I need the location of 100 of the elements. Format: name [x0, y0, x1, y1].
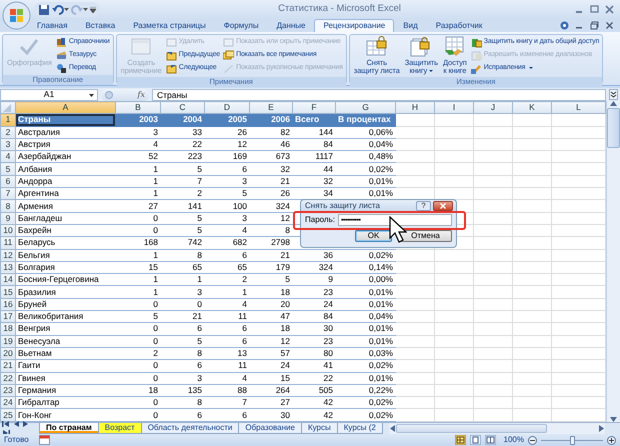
zoom-level[interactable]: 100%: [504, 435, 524, 445]
zoom-in-icon[interactable]: [607, 436, 616, 444]
column-header[interactable]: L: [552, 102, 606, 114]
vertical-scrollbar[interactable]: [606, 101, 620, 422]
ribbon-tab[interactable]: Главная: [28, 19, 76, 32]
sheet-tab[interactable]: Курсы: [300, 423, 338, 434]
zoom-out-icon[interactable]: [528, 436, 537, 444]
table-cell: 8: [160, 347, 204, 360]
left-arrow-icon[interactable]: [390, 425, 395, 432]
sheet-tab[interactable]: Образование: [238, 423, 302, 434]
first-sheet-icon[interactable]: [2, 420, 11, 428]
note-icon: [166, 36, 177, 48]
office-button[interactable]: [2, 1, 31, 30]
column-header[interactable]: F: [292, 102, 336, 114]
row-header[interactable]: 24: [0, 396, 16, 409]
row-header[interactable]: 15: [0, 286, 16, 298]
quick-access-button[interactable]: [52, 4, 69, 16]
horizontal-scrollbar[interactable]: [388, 423, 605, 434]
table-cell: 32: [250, 162, 292, 176]
table-cell: 0: [116, 322, 160, 336]
name-box[interactable]: A1: [0, 88, 98, 100]
maximize-icon[interactable]: [590, 5, 599, 14]
row-header[interactable]: 20: [0, 347, 16, 360]
column-header[interactable]: B: [116, 102, 160, 114]
row-header[interactable]: 14: [0, 274, 16, 286]
row-header[interactable]: 22: [0, 372, 16, 384]
row-header[interactable]: 18: [0, 322, 16, 336]
table-cell: 2: [116, 347, 160, 360]
sheet-tab[interactable]: Область деятельности: [140, 423, 240, 434]
close-icon[interactable]: [605, 21, 614, 30]
page-columns-icon: [486, 436, 495, 444]
sheet-tab[interactable]: Курсы (2: [336, 423, 383, 434]
scrollbar-thumb[interactable]: [607, 108, 620, 148]
ribbon-tab[interactable]: Вставка: [76, 19, 124, 32]
table-cell: 18: [250, 286, 292, 298]
row-header[interactable]: 23: [0, 384, 16, 397]
page-layout-view-button[interactable]: [470, 435, 481, 445]
table-cell: 8: [160, 396, 204, 409]
up-arrow-icon[interactable]: [610, 101, 617, 106]
dialog-button[interactable]: OK: [355, 230, 392, 242]
row-header[interactable]: 8: [0, 200, 16, 212]
row-header[interactable]: 19: [0, 335, 16, 348]
ribbon-tab[interactable]: Разработчик: [426, 19, 492, 32]
caret-icon[interactable]: [89, 94, 94, 96]
row-header[interactable]: 6: [0, 175, 16, 188]
page-break-view-button[interactable]: [484, 435, 496, 445]
restore-icon[interactable]: [590, 21, 599, 30]
previous-sheet-icon[interactable]: [12, 420, 21, 428]
column-header[interactable]: G: [336, 102, 396, 114]
column-header[interactable]: H: [396, 102, 434, 114]
row-header[interactable]: 4: [0, 150, 16, 163]
table-cell: Босния-Герцеговина: [16, 274, 116, 286]
close-button[interactable]: [433, 201, 453, 211]
sheet-tab[interactable]: Возраст: [98, 423, 142, 434]
column-header[interactable]: K: [512, 102, 552, 114]
column-header[interactable]: A: [16, 102, 116, 114]
shared-sheet-icon: [444, 36, 466, 58]
table-cell: 11: [204, 360, 250, 372]
ribbon-tab[interactable]: Рецензирование: [314, 19, 394, 32]
expand-icon[interactable]: [609, 89, 618, 100]
row-header[interactable]: 2: [0, 126, 16, 138]
ribbon-tab[interactable]: Вид: [394, 19, 427, 32]
down-arrow-icon[interactable]: [610, 417, 617, 422]
quick-access-button[interactable]: [71, 4, 88, 16]
row-header[interactable]: 11: [0, 236, 16, 250]
row-header[interactable]: 5: [0, 162, 16, 176]
row-header[interactable]: 9: [0, 212, 16, 224]
right-arrow-icon[interactable]: [599, 425, 604, 432]
macro-record-icon[interactable]: [38, 435, 50, 445]
help-icon[interactable]: [560, 21, 569, 30]
sheet-tab[interactable]: По странам: [39, 423, 99, 434]
table-cell: 1: [116, 188, 160, 200]
scrollbar-thumb[interactable]: [396, 424, 547, 433]
table-cell: 0,06%: [336, 126, 396, 138]
row-header[interactable]: 3: [0, 138, 16, 151]
row-header[interactable]: 16: [0, 298, 16, 311]
row-header[interactable]: 12: [0, 249, 16, 262]
close-icon[interactable]: [605, 5, 614, 14]
row-header[interactable]: 13: [0, 261, 16, 274]
column-header[interactable]: C: [160, 102, 204, 114]
row-header[interactable]: 10: [0, 224, 16, 237]
row-header[interactable]: 1: [0, 114, 16, 126]
column-header[interactable]: D: [204, 102, 250, 114]
dialog-button[interactable]: Отмена: [399, 230, 452, 242]
ribbon-tab[interactable]: Формулы: [214, 19, 268, 32]
row-header[interactable]: 17: [0, 310, 16, 323]
insert-function-button[interactable]: fx: [138, 90, 145, 100]
column-header[interactable]: E: [250, 102, 292, 114]
normal-view-button[interactable]: [454, 435, 466, 445]
ribbon-tab[interactable]: Данные: [268, 19, 314, 32]
ribbon-tab[interactable]: Разметка страницы: [124, 19, 215, 32]
column-header[interactable]: I: [434, 102, 474, 114]
formula-field[interactable]: Страны: [152, 88, 606, 100]
row-header[interactable]: 25: [0, 408, 16, 422]
row-header[interactable]: 21: [0, 360, 16, 372]
column-header[interactable]: J: [474, 102, 512, 114]
save-button[interactable]: [38, 4, 50, 16]
customize-caret-icon[interactable]: [90, 6, 96, 12]
slider-thumb[interactable]: [570, 436, 575, 444]
row-header[interactable]: 7: [0, 188, 16, 200]
